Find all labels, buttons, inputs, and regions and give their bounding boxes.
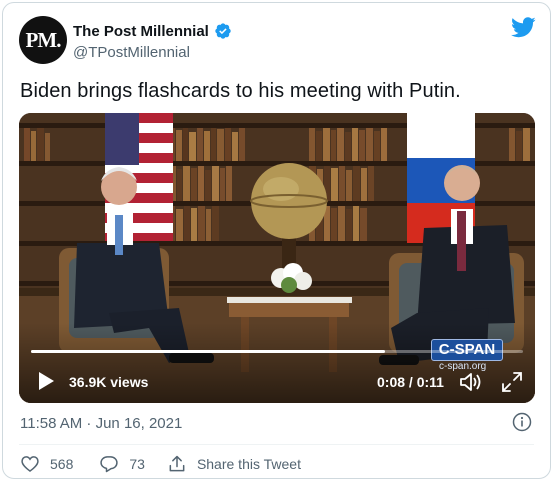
info-icon[interactable] xyxy=(512,412,532,432)
share-button[interactable]: Share this Tweet xyxy=(167,454,301,474)
tweet-text: Biden brings flashcards to his meeting w… xyxy=(20,80,461,102)
video-player[interactable]: C-SPAN c-span.org 36.9K views 0:08 / 0:1… xyxy=(19,113,535,403)
divider xyxy=(19,444,534,445)
volume-icon[interactable] xyxy=(459,371,483,393)
tweet-timestamp[interactable]: 11:58 AM · Jun 16, 2021 xyxy=(20,415,182,432)
verified-badge-icon xyxy=(215,23,231,39)
video-time: 0:08 / 0:11 xyxy=(377,374,444,390)
like-button[interactable]: 568 xyxy=(20,454,73,474)
share-icon xyxy=(169,455,185,472)
author-name-row[interactable]: The Post Millennial xyxy=(73,22,232,40)
twitter-bird-icon[interactable] xyxy=(511,17,536,38)
video-progress-fill xyxy=(31,350,386,353)
display-name[interactable]: The Post Millennial xyxy=(73,23,209,40)
avatar[interactable]: PM. xyxy=(19,16,67,64)
like-count: 568 xyxy=(50,456,74,472)
heart-icon xyxy=(21,456,39,473)
tweet-card[interactable]: PM. The Post Millennial @TPostMillennial… xyxy=(2,2,551,479)
reply-count: 73 xyxy=(129,456,145,472)
reply-icon xyxy=(100,456,119,473)
play-icon[interactable] xyxy=(37,371,55,391)
share-label: Share this Tweet xyxy=(196,456,301,472)
cspan-watermark: C-SPAN c-span.org xyxy=(431,339,505,373)
tweet-actions: 568 73 Share this Tweet xyxy=(20,454,301,474)
view-count: 36.9K views xyxy=(69,374,149,390)
author-handle[interactable]: @TPostMillennial xyxy=(73,44,190,61)
reply-button[interactable]: 73 xyxy=(99,454,145,474)
video-progress-bar[interactable] xyxy=(31,350,523,353)
fullscreen-icon[interactable] xyxy=(501,371,523,393)
